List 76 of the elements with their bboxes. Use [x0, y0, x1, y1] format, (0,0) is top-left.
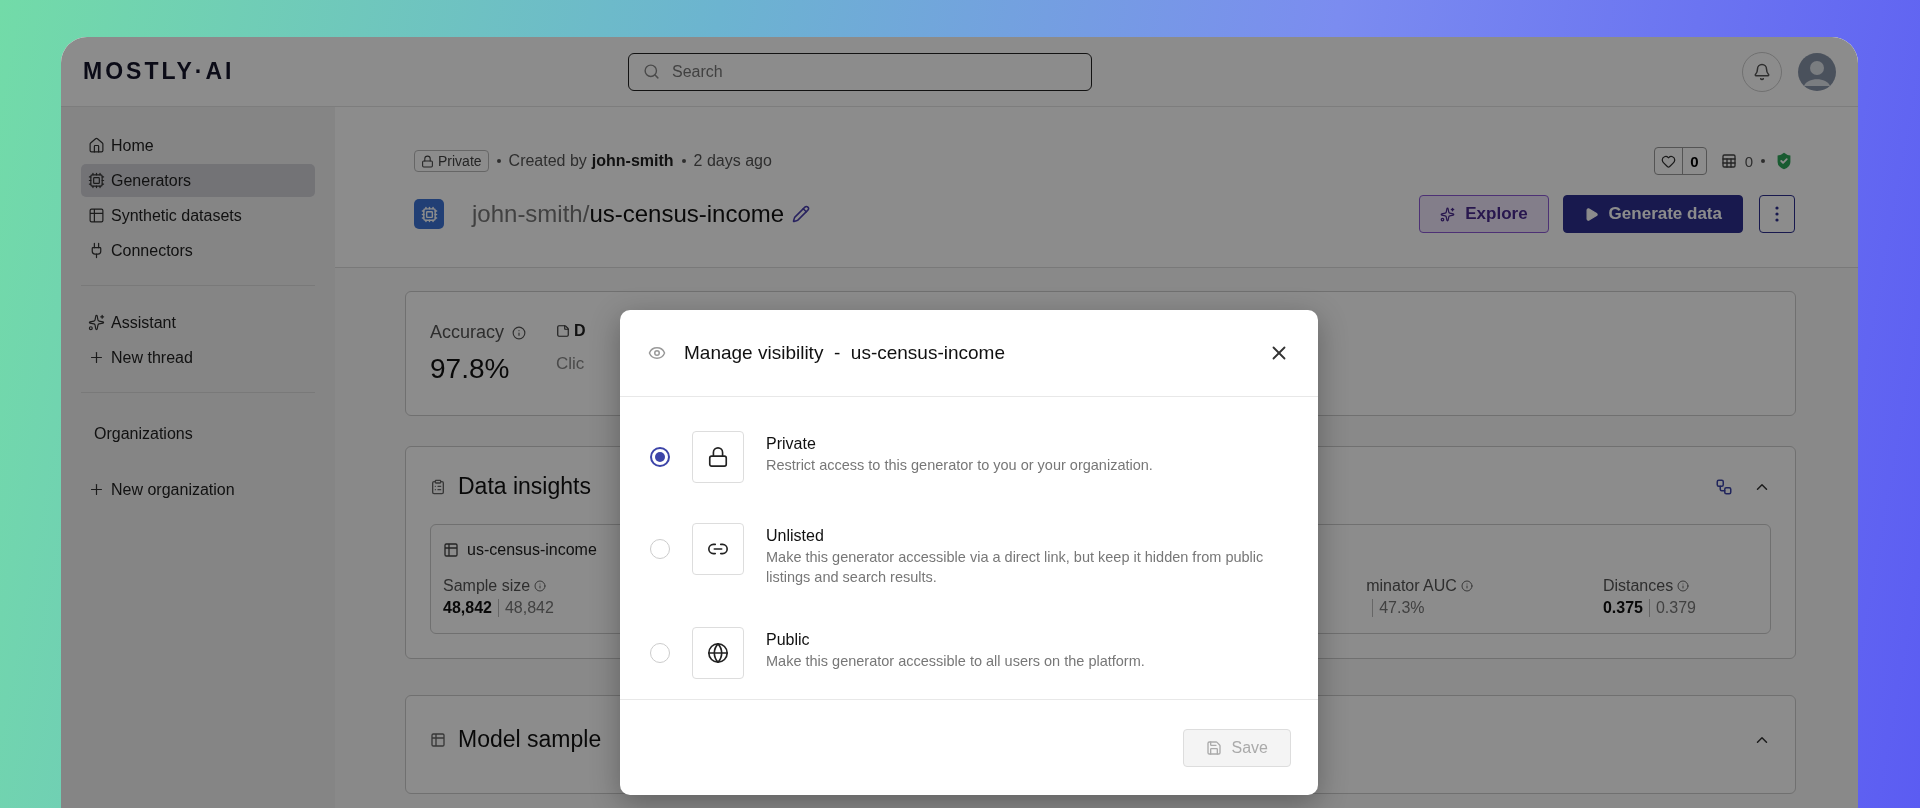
chip-icon: [414, 199, 444, 229]
metric-reference: 0.379: [1648, 599, 1696, 617]
sidebar-item[interactable]: Generators: [81, 164, 315, 197]
option-description: Make this generator accessible via a direct link, but keep it hidden from public listings and search results.: [766, 548, 1265, 587]
link-icon: [692, 523, 744, 575]
play-icon: [1583, 206, 1599, 222]
logo: MOSTLY·AI: [83, 58, 236, 85]
metric-reference: 48,842: [497, 599, 554, 617]
explore-button[interactable]: Explore: [1419, 195, 1549, 233]
save-icon: [1205, 739, 1222, 756]
info-icon: [1677, 580, 1690, 592]
info-icon: [534, 580, 547, 592]
visibility-badge: Private: [414, 150, 489, 172]
sparkle-icon: [1440, 206, 1456, 222]
notifications-button[interactable]: [1742, 51, 1782, 92]
option-title: Private: [766, 435, 817, 453]
notes-label: D: [574, 322, 586, 340]
note-icon: [556, 324, 571, 338]
table-icon: [443, 542, 459, 558]
sidebar-item[interactable]: New thread: [81, 341, 315, 374]
option-title: Unlisted: [766, 527, 825, 545]
table-name: us-census-income: [467, 541, 597, 559]
section-title: Model sample: [458, 726, 602, 753]
sidebar-item[interactable]: Synthetic datasets: [81, 199, 315, 232]
created-by-label: Created by: [508, 152, 587, 170]
generator-name: us-census-income: [589, 200, 785, 228]
info-icon: [1460, 580, 1473, 592]
like-counter[interactable]: 0: [1654, 147, 1707, 175]
accuracy-label: Accuracy: [430, 322, 505, 343]
sidebar-item[interactable]: Connectors: [81, 234, 315, 267]
sidebar-item[interactable]: New organization: [81, 473, 315, 506]
info-icon: [512, 325, 527, 340]
metric-label: minator AUC: [1366, 577, 1457, 595]
search-icon: [643, 63, 660, 80]
sparkle-icon: [88, 314, 105, 331]
option-title: Public: [766, 631, 811, 650]
section-title: Data insights: [458, 473, 591, 500]
table-icon: [430, 731, 446, 748]
metric-label: Sample size: [443, 577, 531, 595]
more-button[interactable]: [1759, 195, 1795, 233]
option-description: Restrict access to this generator to you or your organization.: [766, 456, 1153, 475]
metric-value: 0.375: [1602, 599, 1643, 617]
search-field[interactable]: Search: [628, 52, 1092, 91]
edit-icon[interactable]: [792, 205, 811, 223]
sidebar-item[interactable]: Home: [81, 129, 315, 162]
accuracy-value: 97.8%: [430, 353, 511, 385]
metric-reference: 47.3%: [1372, 599, 1425, 617]
generator-owner: john-smith/: [472, 200, 590, 228]
clipboard-icon: [430, 478, 446, 495]
eye-icon: [648, 344, 666, 362]
metric-label: Distances: [1602, 577, 1674, 595]
chip-icon: [88, 172, 105, 189]
notes-hint: Clic: [556, 354, 586, 374]
created-time: 2 days ago: [693, 152, 772, 170]
home-icon: [88, 137, 105, 154]
plus-icon: [88, 349, 105, 366]
table-icon: [88, 207, 105, 224]
sidebar-item[interactable]: Assistant: [81, 306, 315, 339]
search-input[interactable]: Search: [670, 61, 1077, 82]
radio-button[interactable]: [650, 447, 670, 467]
author-name: john-smith: [591, 152, 674, 170]
section-heading: Organizations: [93, 425, 194, 443]
bell-icon: [1753, 62, 1771, 81]
lock-icon: [692, 431, 744, 483]
metric-value: 48,842: [443, 599, 492, 617]
option-description: Make this generator accessible to all users on the platform.: [766, 652, 1145, 672]
dataset-icon: [1720, 153, 1737, 169]
more-icon: [1775, 206, 1779, 222]
globe-icon: [692, 627, 744, 680]
network-icon[interactable]: [1715, 477, 1733, 496]
dialog-title: Manage visibility - us-census-income: [684, 342, 1006, 364]
generate-button[interactable]: Generate data: [1562, 195, 1743, 233]
heart-icon: [1661, 153, 1677, 169]
dataset-count: 0: [1744, 152, 1753, 170]
avatar[interactable]: [1798, 52, 1836, 91]
plus-icon: [88, 481, 105, 498]
